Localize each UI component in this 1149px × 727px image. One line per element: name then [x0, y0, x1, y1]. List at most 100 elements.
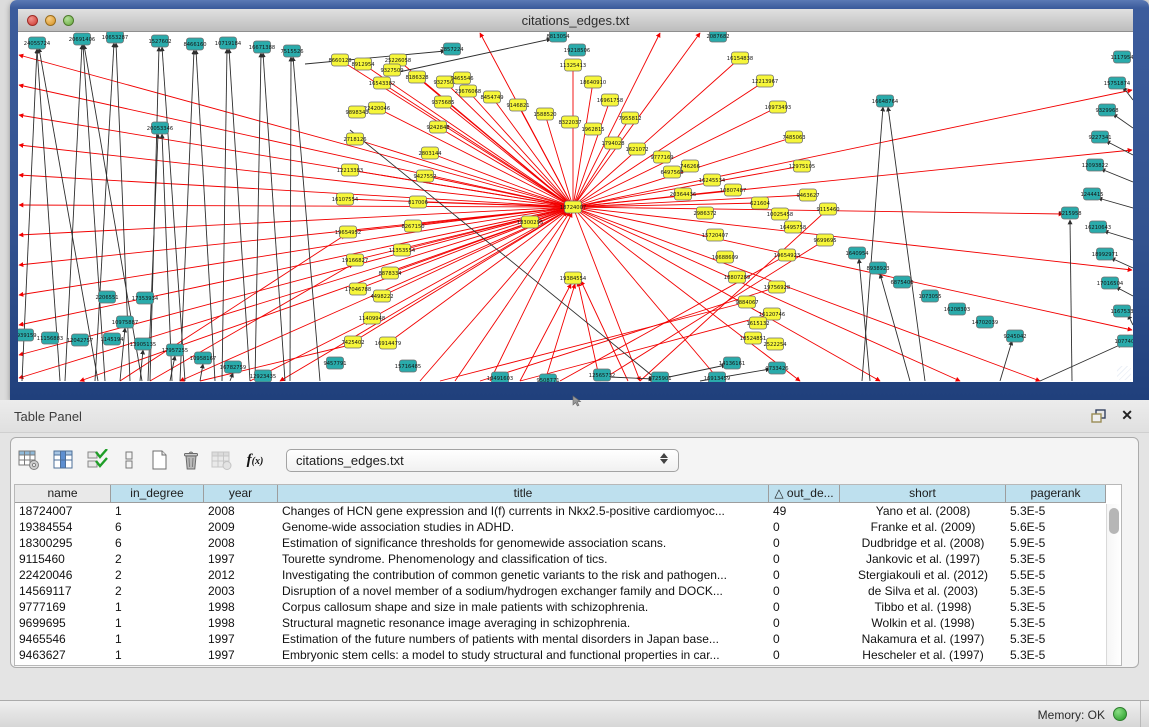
graph-node[interactable]: 7485063: [782, 131, 805, 143]
network-window-titlebar[interactable]: citations_edges.txt: [18, 9, 1133, 32]
graph-node[interactable]: 6875400: [890, 276, 913, 288]
graph-node[interactable]: 8466160: [183, 38, 206, 50]
table-row[interactable]: 969969511998Structural magnetic resonanc…: [15, 615, 1121, 631]
graph-node[interactable]: 9463627: [796, 189, 819, 201]
graph-node[interactable]: 16208303: [944, 303, 970, 315]
graph-node[interactable]: 9329968: [1095, 104, 1118, 116]
table-row[interactable]: 911546021997Tourette syndrome. Phenomeno…: [15, 551, 1121, 567]
column-header-name[interactable]: name: [15, 485, 111, 503]
graph-node[interactable]: 10688609: [712, 251, 738, 263]
graph-node[interactable]: 16913459: [704, 372, 730, 382]
graph-node[interactable]: 13905135: [130, 338, 156, 350]
graph-node[interactable]: 9427552: [413, 170, 436, 182]
table-row[interactable]: 977716911998Corpus callosum shape and si…: [15, 599, 1121, 615]
graph-node[interactable]: 1167533: [1110, 305, 1133, 317]
graph-node[interactable]: 1527602: [148, 35, 171, 47]
graph-node[interactable]: 7955812: [618, 112, 641, 124]
graph-node[interactable]: 11156883: [37, 332, 63, 344]
column-header-year[interactable]: year: [204, 485, 278, 503]
graph-node[interactable]: 7857224: [440, 43, 464, 55]
graph-node[interactable]: 19654952: [335, 226, 361, 238]
graph-node[interactable]: 1145194: [100, 333, 124, 345]
graph-node[interactable]: 1117954: [1110, 51, 1133, 63]
graph-node[interactable]: 8215958: [1058, 207, 1081, 219]
column-header-out_de[interactable]: △ out_de...: [769, 485, 840, 503]
graph-node[interactable]: 19384554: [560, 272, 587, 284]
graph-node[interactable]: 12923435: [250, 370, 276, 382]
graph-node[interactable]: 8813054: [546, 32, 570, 42]
graph-node[interactable]: 9898343: [345, 106, 368, 118]
graph-node[interactable]: 10719184: [215, 37, 242, 49]
graph-node[interactable]: 18807289: [724, 271, 750, 283]
graph-node[interactable]: 8454749: [480, 91, 503, 103]
graph-node[interactable]: 2087682: [706, 32, 729, 42]
table-selector-dropdown[interactable]: citations_edges.txt: [286, 449, 679, 472]
graph-node[interactable]: 15751874: [1104, 77, 1131, 89]
graph-node[interactable]: 16648764: [872, 95, 899, 107]
graph-node[interactable]: 8322037: [558, 116, 581, 128]
window-resize-grip[interactable]: [1117, 366, 1131, 380]
table-row[interactable]: 1938455462009Genome-wide association stu…: [15, 519, 1121, 535]
graph-node[interactable]: 16210643: [1085, 221, 1111, 233]
graph-node[interactable]: 7425402: [341, 336, 364, 348]
graph-node[interactable]: 24055724: [24, 37, 51, 49]
graph-node[interactable]: 10491603: [487, 372, 513, 382]
column-header-pagerank[interactable]: pagerank: [1006, 485, 1106, 503]
graph-node[interactable]: 18992971: [1092, 248, 1118, 260]
graph-node[interactable]: 1939159: [18, 329, 37, 341]
graph-node[interactable]: 15720407: [702, 229, 728, 241]
graph-node[interactable]: 9375685: [431, 96, 454, 108]
show-columns-icon[interactable]: [51, 448, 75, 472]
graph-node[interactable]: 10807487: [720, 184, 746, 196]
graph-node[interactable]: 1621072: [625, 143, 648, 155]
row-height-icon[interactable]: [117, 448, 141, 472]
network-window-frame[interactable]: citations_edges.txt 24055724 20691406 1065…: [10, 0, 1149, 400]
network-graph[interactable]: 24055724 20691406 10653287 1527602 8466160 10…: [18, 32, 1133, 382]
graph-node[interactable]: 8660128: [328, 54, 351, 66]
graph-node[interactable]: 16671388: [249, 41, 275, 53]
graph-node[interactable]: 12565732: [589, 369, 615, 381]
graph-node[interactable]: 9227341: [1088, 131, 1111, 143]
graph-node[interactable]: 15716485: [395, 360, 421, 372]
graph-node[interactable]: 16154838: [727, 52, 753, 64]
graph-node[interactable]: 20053346: [147, 122, 173, 134]
graph-node[interactable]: 12213967: [752, 75, 778, 87]
graph-node[interactable]: 9457791: [323, 357, 346, 369]
table-row[interactable]: 946554611997Estimation of the future num…: [15, 631, 1121, 647]
graph-node[interactable]: 8725901: [648, 372, 671, 382]
vertical-scrollbar[interactable]: [1106, 504, 1121, 666]
graph-node[interactable]: 11325413: [560, 59, 586, 71]
graph-node[interactable]: 1077403: [1114, 335, 1133, 347]
delete-column-icon[interactable]: [179, 448, 203, 472]
graph-node[interactable]: 817006: [408, 196, 428, 208]
graph-node[interactable]: 2986372: [693, 207, 716, 219]
graph-node[interactable]: 2718126: [343, 133, 366, 145]
graph-node[interactable]: 9508771: [536, 374, 559, 382]
graph-node[interactable]: 9115460: [816, 203, 839, 215]
close-panel-icon[interactable]: ✕: [1121, 407, 1133, 424]
graph-node[interactable]: 1615132: [746, 317, 769, 329]
graph-node[interactable]: 9699695: [813, 234, 836, 246]
graph-node[interactable]: 9777169: [650, 151, 673, 163]
graph-node[interactable]: 1640954: [845, 247, 869, 259]
graph-node[interactable]: 17016504: [1097, 277, 1124, 289]
graph-node[interactable]: 8267150: [401, 220, 424, 232]
table-mode-icon[interactable]: [17, 448, 41, 472]
column-header-in_degree[interactable]: in_degree: [111, 485, 204, 503]
graph-node[interactable]: 1733426: [765, 362, 788, 374]
graph-node[interactable]: 9327509: [380, 64, 403, 76]
select-all-columns-icon[interactable]: [85, 448, 109, 472]
graph-node[interactable]: 9465546: [450, 72, 473, 84]
graph-node[interactable]: 2206551: [95, 291, 118, 303]
table-row[interactable]: 1830029562008Estimation of significance …: [15, 535, 1121, 551]
table-row[interactable]: 1456911722003Disruption of a novel membe…: [15, 583, 1121, 599]
graph-node[interactable]: 9245042: [1003, 330, 1026, 342]
graph-node[interactable]: 16914479: [375, 337, 401, 349]
node-table-grid[interactable]: namein_degreeyeartitle△ out_de...shortpa…: [14, 484, 1122, 666]
graph-node[interactable]: 19654923: [774, 249, 800, 261]
graph-node[interactable]: 14136161: [719, 357, 745, 369]
graph-node[interactable]: 17046788: [345, 283, 371, 295]
graph-node[interactable]: 10653287: [102, 32, 128, 43]
graph-node[interactable]: 20691406: [69, 33, 95, 45]
graph-node[interactable]: 8186328: [405, 71, 428, 83]
